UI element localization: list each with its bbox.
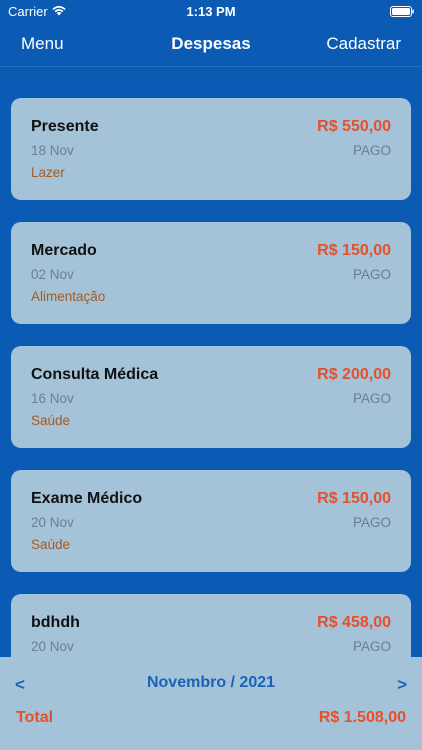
expense-category: Lazer <box>31 165 65 180</box>
expense-category: Saúde <box>31 537 71 552</box>
expense-status: PAGO <box>352 267 391 282</box>
navigation-bar: Menu Despesas Cadastrar <box>0 24 422 67</box>
expense-card[interactable]: Exame Médico R$ 150,00 20 Nov PAGO Saúde <box>11 470 411 572</box>
total-value: R$ 1.508,00 <box>318 709 406 726</box>
expense-date: 20 Nov <box>31 639 74 654</box>
expense-card[interactable]: Mercado R$ 150,00 02 Nov PAGO Alimentaçã… <box>11 222 411 324</box>
expense-category: Saúde <box>31 413 71 428</box>
expense-date: 16 Nov <box>31 391 74 406</box>
expense-description: Consulta Médica <box>31 366 159 383</box>
expense-description: bdhdh <box>31 614 80 631</box>
expense-description: Mercado <box>31 242 97 259</box>
expense-card[interactable]: Presente R$ 550,00 18 Nov PAGO Lazer <box>11 98 411 200</box>
expense-value: R$ 458,00 <box>317 614 391 631</box>
expense-status: PAGO <box>352 391 391 406</box>
expense-value: R$ 200,00 <box>317 366 391 383</box>
expense-status: PAGO <box>352 639 391 654</box>
expense-value: R$ 150,00 <box>317 242 391 259</box>
expense-date: 18 Nov <box>31 143 74 158</box>
expense-description: Presente <box>31 118 99 135</box>
expense-category: Alimentação <box>31 289 106 304</box>
expense-value: R$ 150,00 <box>317 490 391 507</box>
expense-status: PAGO <box>352 515 391 530</box>
battery-icon <box>390 6 414 17</box>
expense-date: 20 Nov <box>31 515 74 530</box>
expense-date: 02 Nov <box>31 267 74 282</box>
period-label: Novembro / 2021 <box>146 674 276 691</box>
total-label: Total <box>16 709 54 726</box>
next-month-button[interactable]: > <box>397 675 407 695</box>
cadastrar-button[interactable]: Cadastrar <box>326 34 401 54</box>
footer-summary: < Novembro / 2021 > Total R$ 1.508,00 <box>0 657 422 750</box>
expense-card[interactable]: bdhdh R$ 458,00 20 Nov PAGO <box>11 594 411 657</box>
expense-list[interactable]: Presente R$ 550,00 18 Nov PAGO Lazer Mer… <box>0 67 422 657</box>
status-bar: Carrier 1:13 PM <box>0 0 422 24</box>
expense-card[interactable]: Consulta Médica R$ 200,00 16 Nov PAGO Sa… <box>11 346 411 448</box>
expense-description: Exame Médico <box>31 490 143 507</box>
expense-status: PAGO <box>352 143 391 158</box>
expense-value: R$ 550,00 <box>317 118 391 135</box>
status-time: 1:13 PM <box>186 4 236 19</box>
